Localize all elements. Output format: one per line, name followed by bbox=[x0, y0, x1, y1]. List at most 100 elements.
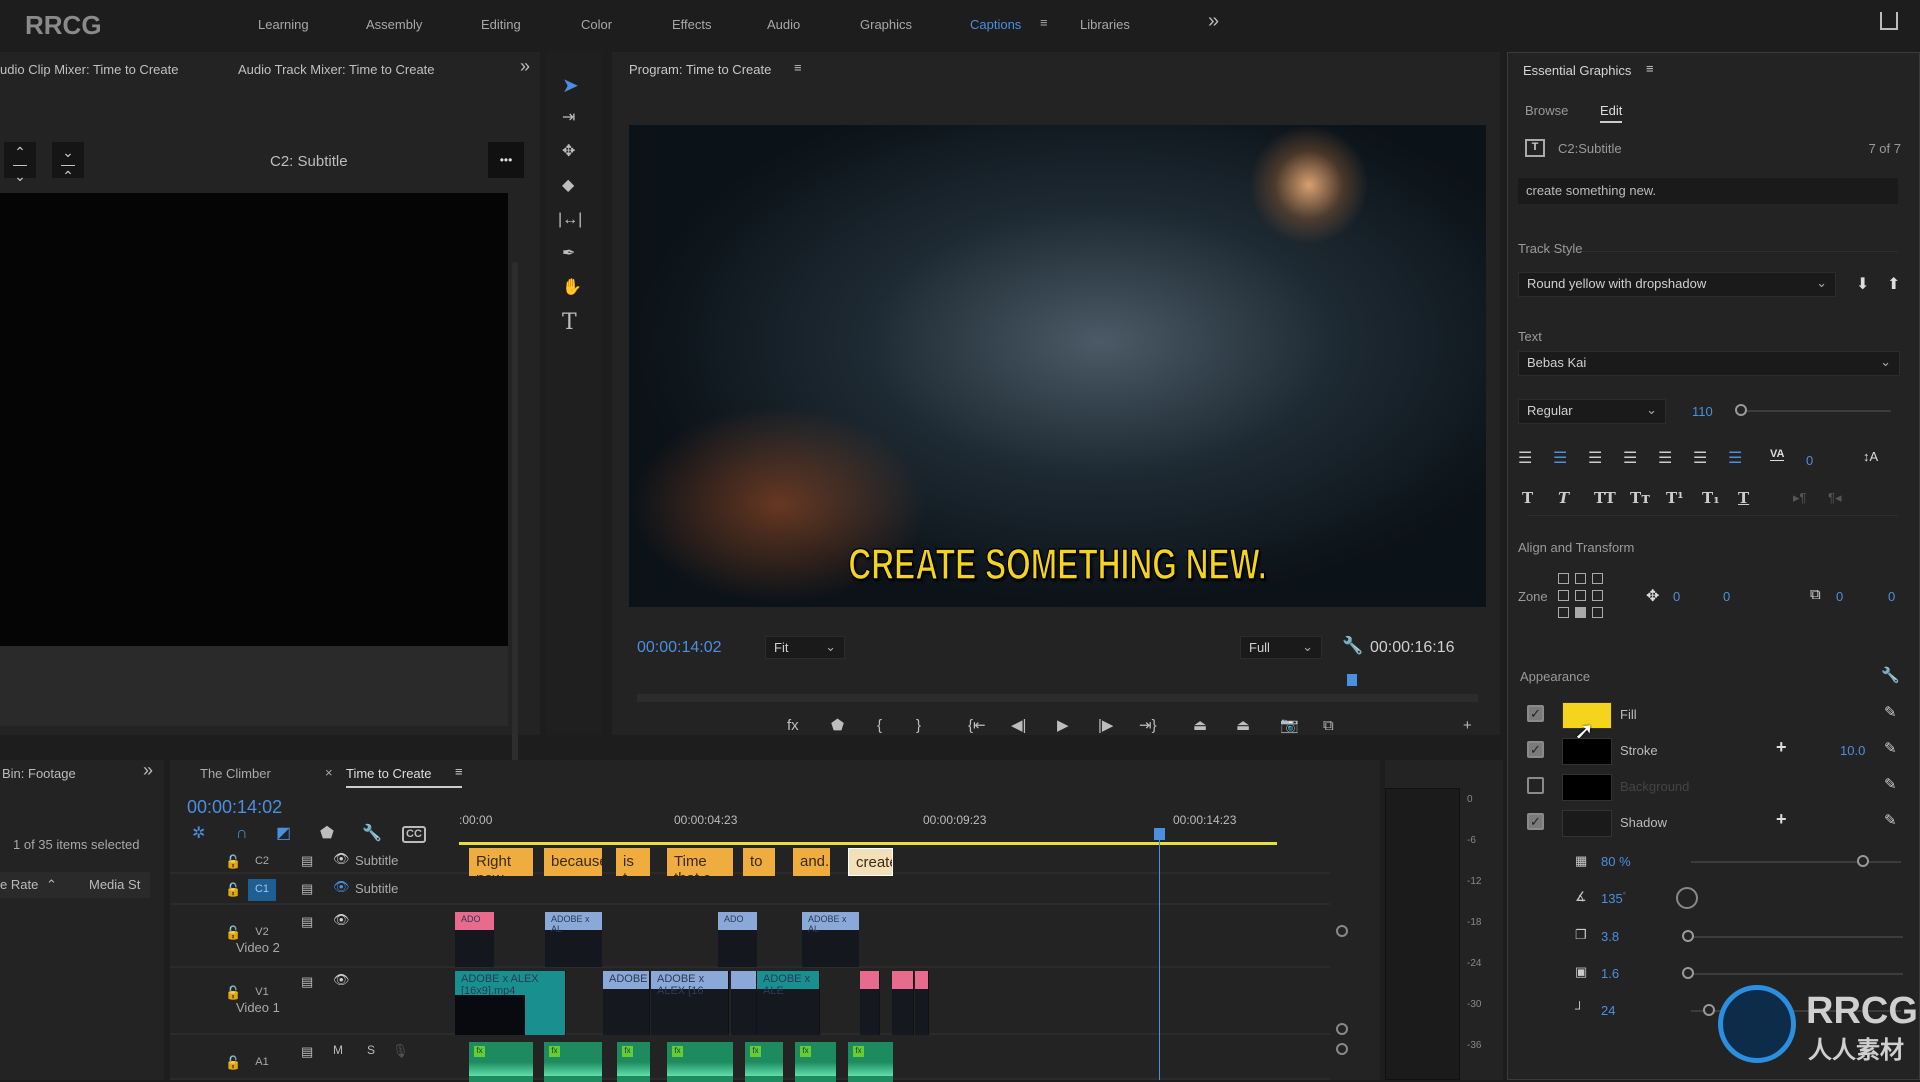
pen-tool-icon[interactable]: ✒ bbox=[562, 246, 575, 262]
toggle-sync-icon[interactable]: ▤ bbox=[301, 881, 313, 897]
eye-icon[interactable]: 👁 bbox=[333, 972, 350, 988]
video-clip[interactable] bbox=[731, 971, 757, 1035]
push-style-down-icon[interactable]: ⬇ bbox=[1856, 274, 1869, 294]
shadow-opacity-value[interactable]: 80 % bbox=[1601, 854, 1631, 869]
audio-clip[interactable]: fx bbox=[617, 1042, 650, 1082]
position-y[interactable]: 0 bbox=[1723, 589, 1730, 604]
justify-center-icon[interactable]: ☰ bbox=[1658, 448, 1672, 468]
nest-icon[interactable]: ✲ bbox=[192, 826, 205, 842]
vertical-zoom-handle[interactable] bbox=[1336, 1023, 1348, 1035]
video-clip[interactable] bbox=[860, 971, 880, 1035]
mute-button[interactable]: M bbox=[333, 1043, 343, 1057]
compare-icon[interactable]: ⧉ bbox=[1323, 718, 1334, 733]
solo-button[interactable]: S bbox=[367, 1043, 375, 1057]
menu-icon[interactable]: ≡ bbox=[794, 60, 802, 75]
audio-clip[interactable]: fx bbox=[667, 1042, 733, 1082]
close-tab-icon[interactable]: × bbox=[325, 765, 333, 780]
caption-text-input[interactable]: create something new. bbox=[1518, 178, 1898, 204]
lock-icon[interactable]: 🔓 bbox=[225, 1055, 241, 1071]
work-area-bar[interactable] bbox=[459, 842, 1277, 845]
panel-overflow[interactable]: » bbox=[520, 56, 530, 77]
workspace-graphics[interactable]: Graphics bbox=[860, 17, 912, 32]
video-clip[interactable]: ADOBE x ALEX [16 bbox=[651, 971, 729, 1035]
vertical-zoom-handle[interactable] bbox=[1336, 1043, 1348, 1055]
zone-cell[interactable] bbox=[1575, 590, 1586, 601]
tracking-icon[interactable]: VA bbox=[1770, 448, 1785, 461]
type-tool-icon[interactable]: T bbox=[562, 312, 577, 334]
font-size-slider-knob[interactable] bbox=[1735, 404, 1747, 416]
stroke-color-swatch[interactable] bbox=[1562, 738, 1612, 765]
all-caps-icon[interactable]: TT bbox=[1594, 489, 1616, 507]
add-marker-icon[interactable]: ⬟ bbox=[831, 718, 844, 733]
hand-tool-icon[interactable]: ✋ bbox=[562, 280, 582, 296]
shadow-distance-slider[interactable] bbox=[1688, 936, 1903, 938]
scale-y[interactable]: 0 bbox=[1888, 589, 1895, 604]
subscript-icon[interactable]: T₁ bbox=[1702, 489, 1720, 507]
bin-overflow[interactable]: » bbox=[143, 760, 153, 781]
track-select-tool-icon[interactable]: ⇥ bbox=[562, 110, 575, 126]
audio-clip[interactable]: fx bbox=[848, 1042, 893, 1082]
caption-clip[interactable]: to ... bbox=[743, 848, 775, 876]
shadow-size-value[interactable]: 1.6 bbox=[1601, 966, 1619, 981]
background-checkbox[interactable] bbox=[1527, 777, 1544, 794]
font-size-value[interactable]: 110 bbox=[1692, 404, 1713, 419]
add-stroke-icon[interactable]: + bbox=[1776, 737, 1787, 758]
zone-cell[interactable] bbox=[1592, 573, 1603, 584]
zone-cell[interactable] bbox=[1575, 607, 1586, 618]
selection-tool-icon[interactable]: ➤ bbox=[562, 76, 579, 96]
tab-browse[interactable]: Browse bbox=[1525, 103, 1568, 118]
tracking-value[interactable]: 0 bbox=[1806, 453, 1813, 468]
step-forward-icon[interactable]: |▶ bbox=[1098, 718, 1113, 733]
ripple-edit-tool-icon[interactable]: ✥ bbox=[562, 144, 575, 160]
playhead-timecode[interactable]: 00:00:14:02 bbox=[637, 639, 722, 657]
stroke-width-value[interactable]: 10.0 bbox=[1840, 743, 1865, 758]
export-frame-icon[interactable]: 📷 bbox=[1280, 718, 1299, 733]
workspace-learning[interactable]: Learning bbox=[258, 17, 309, 32]
video-clip[interactable]: ADO bbox=[455, 912, 494, 967]
shadow-blur-knob[interactable] bbox=[1703, 1004, 1715, 1016]
font-size-slider[interactable] bbox=[1741, 410, 1891, 412]
razor-tool-icon[interactable]: ◆ bbox=[562, 178, 574, 194]
angle-dial[interactable] bbox=[1676, 887, 1698, 909]
justify-left-icon[interactable]: ☰ bbox=[1623, 448, 1637, 468]
bold-icon[interactable]: T bbox=[1522, 489, 1533, 507]
superscript-icon[interactable]: T¹ bbox=[1666, 489, 1684, 507]
column-frame-rate[interactable]: e Rate bbox=[0, 877, 38, 892]
caption-clip[interactable]: Time that c... bbox=[667, 848, 733, 876]
add-marker-icon[interactable]: ⬟ bbox=[320, 826, 334, 842]
scrollbar[interactable] bbox=[512, 262, 518, 772]
audio-clip[interactable]: fx bbox=[745, 1042, 783, 1082]
push-style-up-icon[interactable]: ⬆ bbox=[1887, 274, 1900, 294]
extract-icon[interactable]: ⏏ bbox=[1236, 718, 1250, 733]
track-style-dropdown[interactable]: Round yellow with dropshadow ⌄ bbox=[1518, 272, 1836, 297]
step-back-icon[interactable]: ◀| bbox=[1011, 718, 1026, 733]
video-clip[interactable] bbox=[892, 971, 914, 1035]
toggle-sync-icon[interactable]: ▤ bbox=[301, 853, 313, 869]
justify-all-icon[interactable]: ☰ bbox=[1728, 448, 1742, 468]
underline-icon[interactable]: T bbox=[1738, 489, 1749, 507]
zoom-dropdown[interactable]: Fit ⌄ bbox=[765, 636, 845, 659]
audio-clip[interactable]: fx bbox=[544, 1042, 602, 1082]
workspace-overflow[interactable]: » bbox=[1208, 10, 1219, 33]
eyedropper-icon[interactable]: ✎ bbox=[1884, 811, 1897, 829]
workspace-captions[interactable]: Captions bbox=[970, 17, 1021, 32]
shadow-distance-value[interactable]: 3.8 bbox=[1601, 929, 1619, 944]
lock-icon[interactable]: 🔓 bbox=[225, 882, 241, 898]
tab-edit[interactable]: Edit bbox=[1600, 103, 1623, 123]
audio-clip[interactable]: fx bbox=[469, 1042, 533, 1082]
column-media-start[interactable]: Media St bbox=[89, 877, 140, 892]
linked-selection-icon[interactable]: ◩ bbox=[276, 826, 291, 842]
zone-cell[interactable] bbox=[1575, 573, 1586, 584]
workspace-audio[interactable]: Audio bbox=[767, 17, 800, 32]
eye-hidden-icon[interactable]: 👁 bbox=[333, 879, 350, 895]
tab-time-to-create[interactable]: Time to Create bbox=[346, 766, 462, 788]
menu-icon[interactable]: ≡ bbox=[455, 764, 463, 779]
align-left-icon[interactable]: ☰ bbox=[1518, 448, 1532, 468]
scrub-bar[interactable] bbox=[637, 694, 1478, 702]
wrench-icon[interactable]: 🔧 bbox=[1342, 636, 1363, 656]
video-clip[interactable]: ADOBE x AL bbox=[545, 912, 602, 967]
zone-cell[interactable] bbox=[1558, 573, 1569, 584]
microphone-icon[interactable]: 🎙 bbox=[392, 1043, 409, 1059]
lock-icon[interactable]: 🔓 bbox=[225, 985, 241, 1001]
toggle-sync-icon[interactable]: ▤ bbox=[301, 914, 313, 930]
